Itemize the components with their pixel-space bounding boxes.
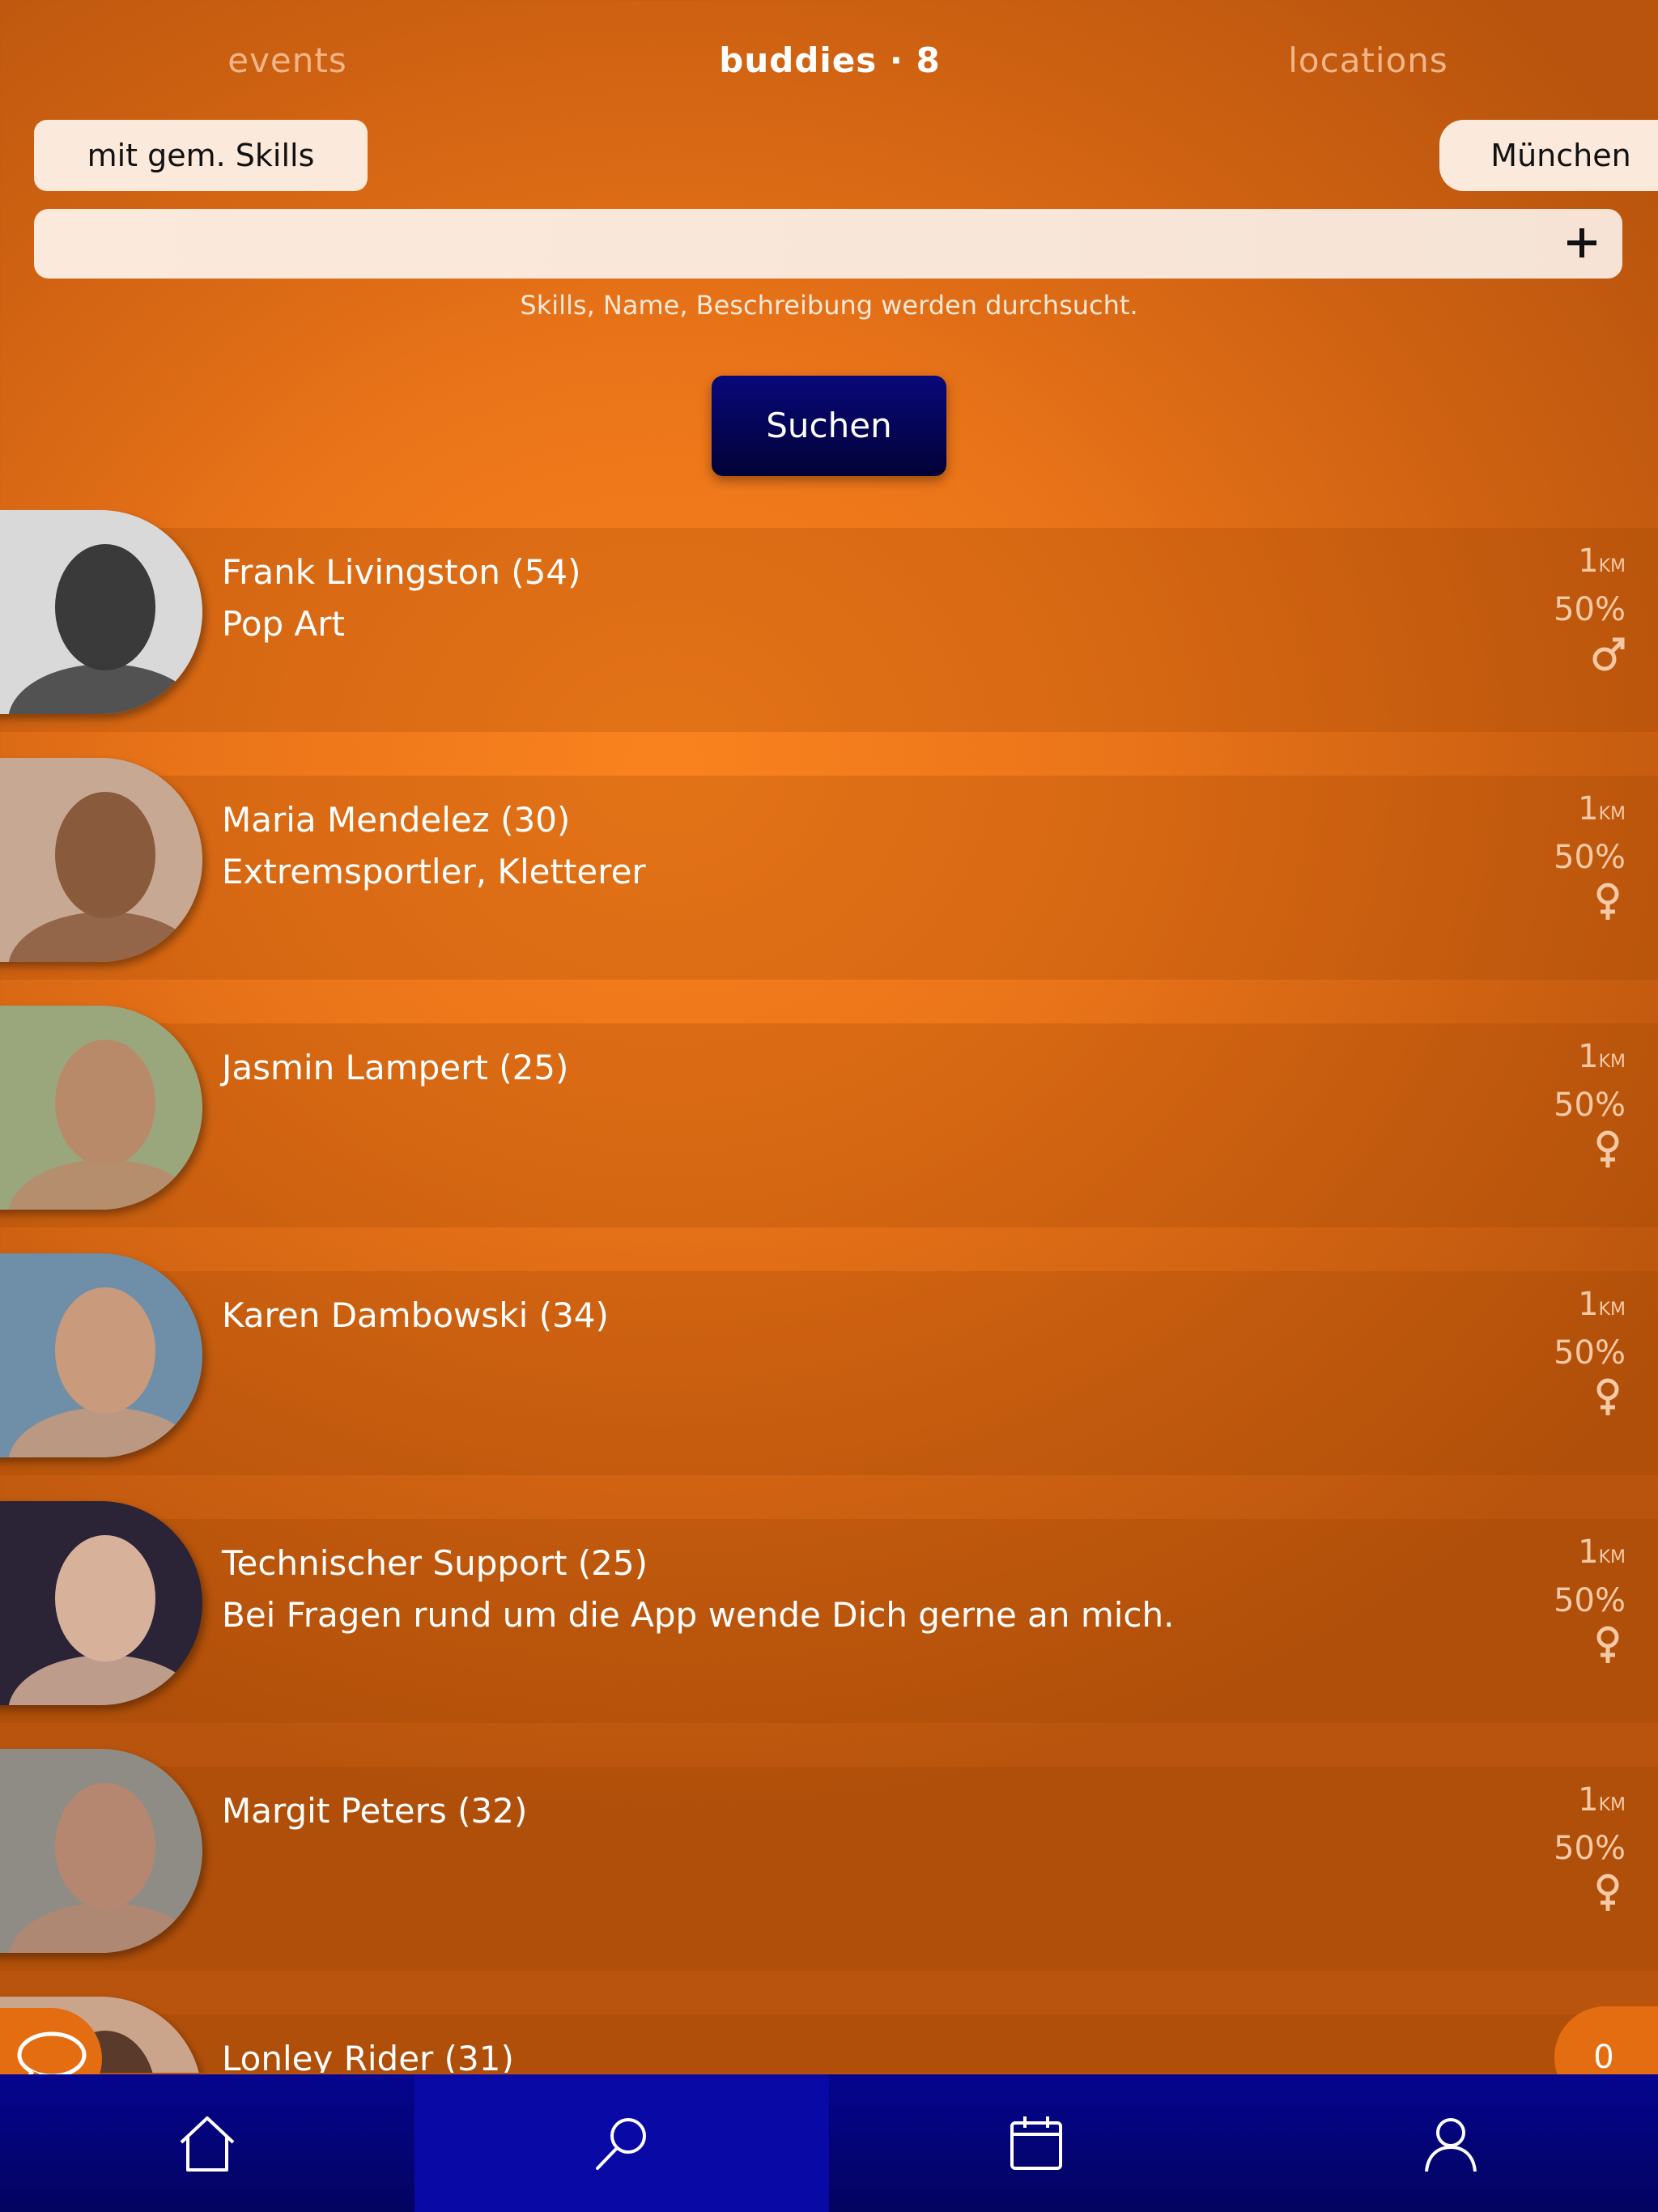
distance-unit: KM	[1598, 1547, 1626, 1568]
buddy-name: Lonley Rider (31)	[222, 2039, 514, 2073]
match-percent: 50%	[1554, 1582, 1626, 1619]
buddy-stats: 1KM 50%	[1528, 790, 1626, 921]
avatar[interactable]	[0, 758, 202, 962]
female-icon	[1590, 1624, 1626, 1665]
buddy-row[interactable]: Karen Dambowski (34) 1KM 50%	[0, 1253, 1658, 1475]
avatar[interactable]	[0, 1501, 202, 1705]
match-percent: 50%	[1554, 1334, 1626, 1372]
distance-unit: KM	[1598, 1300, 1626, 1320]
nav-profile[interactable]	[1244, 2074, 1658, 2212]
nav-home[interactable]	[0, 2074, 414, 2212]
distance-unit: KM	[1598, 1795, 1626, 1815]
buddy-stats: 1KM 50%	[1528, 1286, 1626, 1417]
distance: 1KM	[1528, 1781, 1626, 1819]
buddy-name: Technischer Support (25)	[222, 1543, 648, 1583]
buddy-stats: 1KM 50%	[1528, 542, 1626, 674]
skills-filter-button[interactable]: mit gem. Skills	[34, 120, 368, 191]
distance-unit: KM	[1598, 556, 1626, 576]
match-percent: 50%	[1554, 591, 1626, 628]
buddy-description: Bei Fragen rund um die App wende Dich ge…	[222, 1595, 1175, 1635]
buddy-name: Frank Livingston (54)	[222, 552, 581, 592]
buddy-description: Extremsportler, Kletterer	[222, 852, 646, 891]
distance: 1KM	[1528, 790, 1626, 827]
buddy-row[interactable]: Lonley Rider (31)	[0, 1997, 1658, 2073]
avatar[interactable]	[0, 510, 202, 714]
buddy-name: Maria Mendelez (30)	[222, 800, 571, 840]
distance-value: 1	[1578, 542, 1599, 580]
home-icon	[180, 2116, 235, 2172]
plus-icon[interactable]	[1564, 225, 1600, 261]
buddy-row[interactable]: Jasmin Lampert (25) 1KM 50%	[0, 1006, 1658, 1227]
search-input[interactable]	[50, 209, 1543, 280]
buddy-list: Frank Livingston (54) Pop Art 1KM 50% Maria …	[0, 510, 1658, 2073]
distance-value: 1	[1578, 790, 1599, 827]
distance-value: 1	[1578, 1781, 1599, 1819]
buddy-stats: 1KM 50%	[1528, 1534, 1626, 1665]
distance-unit: KM	[1598, 1052, 1626, 1072]
top-tabs: events buddies · 8 locations	[0, 32, 1658, 89]
buddy-row[interactable]: Frank Livingston (54) Pop Art 1KM 50%	[0, 510, 1658, 732]
distance: 1KM	[1528, 1534, 1626, 1571]
distance: 1KM	[1528, 1286, 1626, 1323]
tab-buddies[interactable]: buddies · 8	[680, 32, 980, 89]
buddy-description: Pop Art	[222, 604, 346, 644]
female-icon	[1590, 1376, 1626, 1417]
distance: 1KM	[1528, 542, 1626, 580]
match-percent: 50%	[1554, 1087, 1626, 1124]
avatar[interactable]	[0, 1749, 202, 1953]
buddy-stats: 1KM 50%	[1528, 1781, 1626, 1912]
buddy-row[interactable]: Maria Mendelez (30) Extremsportler, Klett…	[0, 758, 1658, 980]
search-field	[34, 209, 1622, 280]
buddy-row[interactable]: Technischer Support (25) Bei Fragen rund …	[0, 1501, 1658, 1723]
match-percent: 50%	[1554, 1830, 1626, 1867]
tab-locations[interactable]: locations	[1247, 32, 1490, 89]
bottom-nav	[0, 2074, 1658, 2212]
search-icon	[596, 2118, 646, 2170]
distance-unit: KM	[1598, 804, 1626, 824]
distance-value: 1	[1578, 1038, 1599, 1075]
avatar[interactable]	[0, 1006, 202, 1210]
calendar-icon	[1010, 2116, 1062, 2170]
profile-icon	[1425, 2118, 1477, 2172]
distance-value: 1	[1578, 1286, 1599, 1323]
search-hint: Skills, Name, Beschreibung werden durchs…	[520, 290, 1138, 321]
buddy-stats: 1KM 50%	[1528, 1038, 1626, 1169]
match-percent: 50%	[1554, 839, 1626, 876]
buddy-name: Karen Dambowski (34)	[222, 1295, 609, 1335]
avatar[interactable]	[0, 1253, 202, 1457]
buddy-name: Jasmin Lampert (25)	[222, 1048, 569, 1087]
buddy-name: Margit Peters (32)	[222, 1791, 528, 1831]
buddy-row[interactable]: Margit Peters (32) 1KM 50%	[0, 1749, 1658, 1971]
male-icon	[1590, 633, 1626, 674]
search-button[interactable]: Suchen	[712, 376, 946, 476]
city-filter-button[interactable]: München	[1439, 120, 1658, 191]
tab-events[interactable]: events	[206, 32, 368, 89]
distance: 1KM	[1528, 1038, 1626, 1075]
female-icon	[1590, 881, 1626, 921]
nav-calendar[interactable]	[829, 2074, 1244, 2212]
nav-search[interactable]	[414, 2074, 829, 2212]
female-icon	[1590, 1872, 1626, 1912]
female-icon	[1590, 1129, 1626, 1169]
distance-value: 1	[1578, 1534, 1599, 1571]
